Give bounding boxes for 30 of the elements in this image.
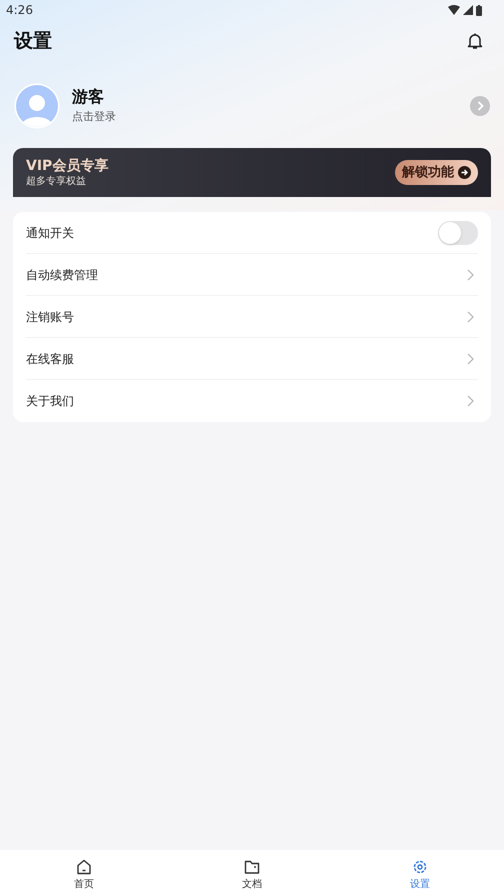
- login-prompt[interactable]: 点击登录: [72, 108, 470, 126]
- arrow-right-icon: [458, 166, 471, 179]
- setting-label[interactable]: 在线客服: [26, 350, 74, 368]
- vip-title: VIP会员专享: [26, 156, 108, 174]
- chevron-right-icon[interactable]: [470, 96, 490, 116]
- setting-label[interactable]: 自动续费管理: [26, 266, 98, 284]
- tab[interactable]: 首页: [0, 850, 168, 896]
- unlock-button[interactable]: 解锁功能: [395, 160, 478, 185]
- setting-label[interactable]: 通知开关: [26, 224, 74, 242]
- vip-subtitle: 超多专享权益: [26, 174, 87, 188]
- battery-icon: [476, 4, 482, 16]
- setting-label[interactable]: 关于我们: [26, 392, 74, 410]
- notification-bell-icon[interactable]: [466, 32, 484, 50]
- chevron-right-icon: [467, 352, 474, 364]
- tab[interactable]: 文档: [168, 850, 336, 896]
- home-icon: [76, 858, 92, 874]
- notification-toggle[interactable]: [438, 220, 478, 244]
- profile-name[interactable]: 游客: [72, 86, 470, 108]
- chevron-right-icon: [467, 310, 474, 322]
- folder-icon: [244, 858, 260, 874]
- chevron-right-icon: [467, 268, 474, 280]
- chevron-right-icon: [467, 395, 474, 407]
- status-time: 4:26: [6, 2, 33, 19]
- tab[interactable]: 设置: [336, 850, 504, 896]
- settings-icon: [412, 858, 428, 874]
- vip-banner[interactable]: VIP会员专享 超多专享权益 解锁功能: [13, 148, 491, 197]
- signal-icon: [463, 5, 473, 15]
- wifi-icon: [448, 5, 460, 15]
- setting-label[interactable]: 注销账号: [26, 308, 74, 326]
- page-title: 设置: [14, 28, 52, 54]
